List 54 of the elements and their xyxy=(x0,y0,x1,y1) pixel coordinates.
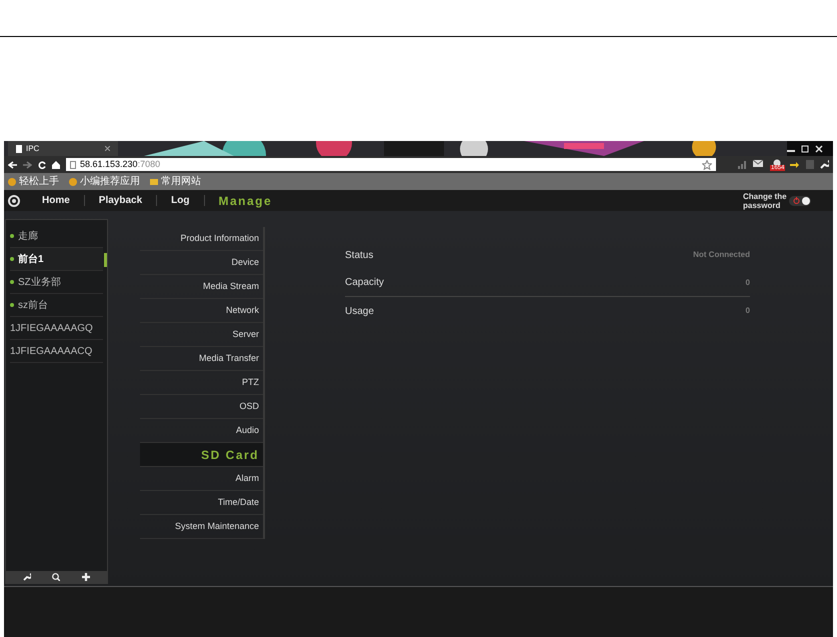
page-icon xyxy=(16,144,22,152)
camera-list-item[interactable]: sz前台 xyxy=(10,294,103,317)
camera-list-item[interactable]: SZ业务部 xyxy=(10,271,103,294)
home-icon[interactable] xyxy=(52,160,60,168)
browser-tab[interactable]: IPC xyxy=(8,141,118,156)
back-icon[interactable] xyxy=(8,160,17,168)
bookmark[interactable]: 常用网站 xyxy=(150,176,201,186)
settings-menu-item[interactable]: SD Card xyxy=(140,443,263,467)
url-host: 58.61.153.230 xyxy=(80,159,138,169)
forward-icon[interactable] xyxy=(23,160,32,168)
settings-menu-item[interactable]: PTZ xyxy=(140,371,263,395)
settings-menu-item[interactable]: Alarm xyxy=(140,467,263,491)
power-toggle[interactable] xyxy=(789,196,811,206)
restore-icon[interactable] xyxy=(801,144,809,152)
settings-menu-item[interactable]: Media Transfer xyxy=(140,347,263,371)
circle-icon xyxy=(8,178,16,186)
add-icon[interactable] xyxy=(82,573,90,581)
logo-icon xyxy=(8,194,20,206)
reload-icon[interactable] xyxy=(38,160,46,168)
field-value: Not Connected xyxy=(693,249,750,261)
arrow-icon[interactable] xyxy=(790,160,800,168)
camera-list-item[interactable]: 1JFIEGAAAAACQ xyxy=(10,340,103,363)
settings-menu-item[interactable]: Network xyxy=(140,299,263,323)
signal-icon[interactable] xyxy=(738,160,747,168)
zoom-icon[interactable] xyxy=(52,573,60,581)
camera-list-item[interactable]: 1JFIEGAAAAAGQ xyxy=(10,317,103,340)
circle-icon xyxy=(69,178,77,186)
nav-tab[interactable]: Manage xyxy=(204,192,286,210)
settings-menu-item[interactable]: Product Information xyxy=(140,227,263,251)
nav-tab[interactable]: Log xyxy=(157,193,204,208)
settings-menu-item[interactable]: OSD xyxy=(140,395,263,419)
field-value: 0 xyxy=(746,305,750,317)
power-icon xyxy=(793,197,800,204)
nav-tab[interactable]: Home xyxy=(28,193,84,208)
settings-menu-item[interactable]: System Maintenance xyxy=(140,515,263,539)
change-password-menu[interactable]: Change the password xyxy=(743,192,789,210)
settings-menu-item[interactable]: Time/Date xyxy=(140,491,263,515)
settings-menu-item[interactable]: Media Stream xyxy=(140,275,263,299)
tab-title: IPC xyxy=(26,142,40,154)
field-label: Status xyxy=(345,248,374,262)
bookmark[interactable]: 小编推荐应用 xyxy=(69,176,140,186)
folder-icon xyxy=(150,178,158,186)
url-port: :7080 xyxy=(138,159,160,169)
field-value: 0 xyxy=(746,276,750,288)
field-label: Usage xyxy=(345,304,374,318)
settings-menu-item[interactable]: Device xyxy=(140,251,263,275)
settings-menu-item[interactable]: Server xyxy=(140,323,263,347)
address-bar[interactable]: 58.61.153.230:7080 xyxy=(66,158,716,171)
star-icon[interactable] xyxy=(702,160,712,170)
mail-icon[interactable] xyxy=(753,160,764,169)
bookmark[interactable]: 轻松上手 xyxy=(8,176,59,186)
nav-tab[interactable]: Playback xyxy=(84,193,156,208)
page-icon xyxy=(70,160,76,168)
field-label: Capacity xyxy=(345,276,384,290)
